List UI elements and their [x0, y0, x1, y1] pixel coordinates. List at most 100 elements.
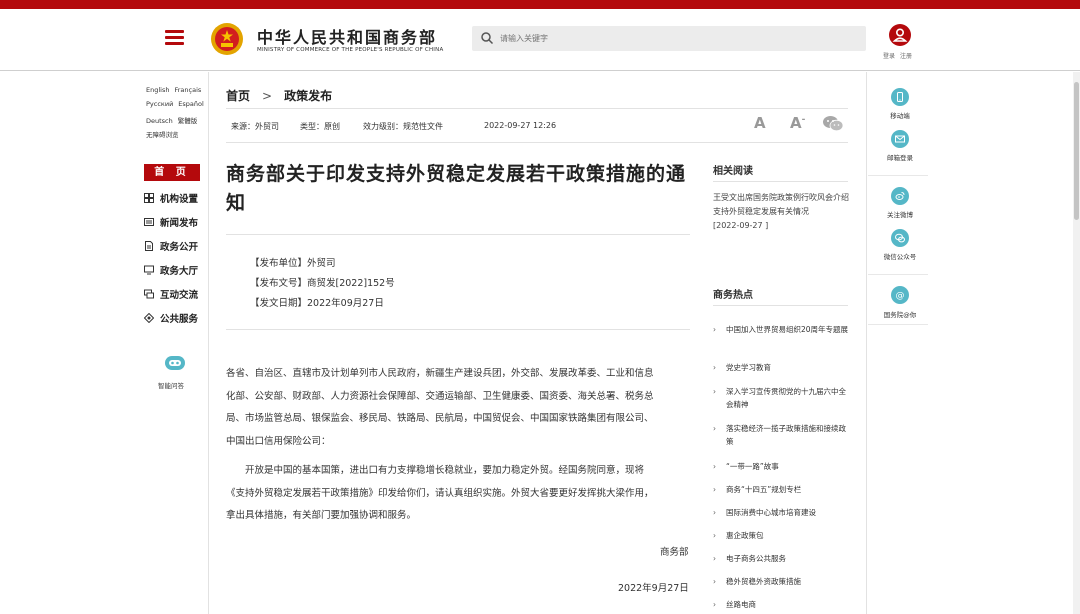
hot-item[interactable]: › 电子商务公共服务: [713, 552, 853, 565]
at-icon: @: [896, 291, 905, 300]
hot-item[interactable]: › 商务“十四五”规划专栏: [713, 483, 853, 496]
search-box: [472, 26, 866, 51]
chat-icon: [144, 289, 154, 299]
breadcrumb-divider: [226, 108, 848, 109]
hot-item[interactable]: › 党史学习教育: [713, 361, 853, 374]
nav-item-org[interactable]: 机构设置: [144, 190, 208, 206]
minus-icon: -: [801, 115, 806, 125]
scrollbar-thumb[interactable]: [1074, 82, 1079, 220]
robot-icon[interactable]: [164, 354, 186, 372]
accessibility-link[interactable]: 无障碍浏览: [146, 131, 179, 139]
hot-title: 商务热点: [713, 290, 753, 301]
meta-level: 效力级别：规范性文件: [363, 122, 443, 131]
weibo-button[interactable]: [891, 187, 909, 205]
state-council-label[interactable]: 国务院@你: [868, 309, 932, 319]
wechat-share-icon[interactable]: [822, 115, 844, 132]
national-emblem-logo[interactable]: [210, 22, 244, 56]
lang-traditional[interactable]: 繁體版: [178, 117, 198, 125]
breadcrumb-current[interactable]: 政策发布: [284, 89, 332, 103]
state-council-button[interactable]: @: [891, 286, 909, 304]
menu-icon[interactable]: [165, 30, 184, 45]
language-row-4: 无障碍浏览: [146, 129, 184, 139]
meta-date: 2022-09-27 12:26: [484, 121, 557, 130]
font-smaller-letter: A: [790, 114, 802, 132]
breadcrumb-home[interactable]: 首页: [226, 89, 250, 103]
site-header: 中华人民共和国商务部 MINISTRY OF COMMERCE OF THE P…: [0, 9, 1080, 71]
meta-type: 类型：原创: [300, 122, 340, 131]
mobile-label[interactable]: 移动端: [868, 110, 932, 120]
lang-russian[interactable]: Русский: [146, 100, 173, 108]
language-row-3: Deutsch 繁體版: [146, 115, 202, 125]
nav-item-news[interactable]: 新闻发布: [144, 214, 208, 230]
nav-item-label: 新闻发布: [160, 218, 199, 229]
paragraph-line: 拿出具体措施，有关部门要加强协调和服务。: [226, 510, 417, 521]
hot-item-label: 商务“十四五”规划专栏: [726, 485, 802, 494]
font-larger-button[interactable]: A: [754, 114, 766, 132]
nav-item-label: 互动交流: [160, 290, 199, 301]
wechat-icon: [895, 233, 905, 243]
chevron-right-icon: ›: [713, 485, 716, 494]
hot-item[interactable]: › “一带一路”故事: [713, 460, 853, 473]
paragraph-line: 各省、自治区、直辖市及计划单列市人民政府，新疆生产建设兵团，外交部、发展改革委、…: [226, 368, 654, 379]
hot-item[interactable]: › 惠企政策包: [713, 529, 853, 542]
rail-divider: [868, 175, 928, 176]
title-divider: [226, 234, 690, 235]
nav-item-open-gov[interactable]: 政务公开: [144, 238, 208, 254]
language-row-2: Русский Español: [146, 100, 209, 108]
login-link[interactable]: 登录: [883, 53, 895, 60]
hot-item[interactable]: › 深入学习宣传贯彻党的十九届六中全会精神: [713, 385, 853, 411]
search-icon[interactable]: [480, 31, 494, 45]
lang-english[interactable]: English: [146, 86, 169, 94]
meta-source: 来源：外贸司: [231, 122, 279, 131]
hot-item-label: 稳外贸稳外资政策措施: [726, 577, 801, 586]
mail-label[interactable]: 邮箱登录: [868, 152, 932, 162]
related-link[interactable]: 王受文出席国务院政策例行吹风会介绍支持外贸稳定发展有关情况 [2022-09-2…: [713, 191, 853, 233]
page-scrollbar[interactable]: [1073, 72, 1080, 614]
nav-item-hall[interactable]: 政务大厅: [144, 262, 208, 278]
register-link[interactable]: 注册: [900, 53, 912, 60]
right-column-border: [866, 72, 867, 614]
chevron-right-icon: ›: [713, 531, 716, 540]
nav-home[interactable]: 首 页: [144, 164, 200, 181]
user-icon: [892, 28, 908, 42]
chevron-right-icon: ›: [713, 462, 716, 471]
font-smaller-button[interactable]: A-: [790, 114, 805, 132]
org-chart-icon: [144, 193, 154, 203]
nav-item-label: 机构设置: [160, 194, 199, 205]
user-links: 登录 注册: [883, 51, 917, 60]
hot-item[interactable]: › 落实稳经济一揽子政策措施和接续政策: [713, 422, 853, 448]
lang-german[interactable]: Deutsch: [146, 117, 173, 125]
chevron-right-icon: ›: [713, 325, 716, 334]
chevron-right-icon: >: [262, 89, 273, 103]
nav-item-interaction[interactable]: 互动交流: [144, 286, 208, 302]
wechat-button[interactable]: [891, 229, 909, 247]
chevron-right-icon: ›: [713, 424, 716, 433]
nav-item-public-service[interactable]: 公共服务: [144, 310, 208, 326]
hot-item[interactable]: › 丝路电商: [713, 598, 853, 611]
paragraph-line: 化部、公安部、财政部、人力资源社会保障部、交通运输部、卫生健康委、国资委、海关总…: [226, 390, 654, 402]
hot-item[interactable]: › 稳外贸稳外资政策措施: [713, 575, 853, 588]
lang-spanish[interactable]: Español: [178, 100, 204, 108]
info-issue-date: 【发文日期】2022年09月27日: [250, 298, 384, 309]
hot-item[interactable]: › 中国加入世界贸易组织20周年专题展: [713, 323, 853, 336]
hot-divider: [713, 305, 848, 306]
site-subtitle: MINISTRY OF COMMERCE OF THE PEOPLE'S REP…: [257, 47, 444, 53]
site-title[interactable]: 中华人民共和国商务部: [257, 24, 437, 48]
related-link-text: 王受文出席国务院政策例行吹风会介绍支持外贸稳定发展有关情况: [713, 193, 849, 216]
paragraph-line: 《支持外贸稳定发展若干政策措施》印发给你们，请认真组织实施。外贸大省要更好发挥挑…: [226, 487, 654, 499]
chevron-right-icon: ›: [713, 577, 716, 586]
article-title: 商务部关于印发支持外贸稳定发展若干政策措施的通知: [226, 163, 687, 214]
user-avatar-button[interactable]: [889, 24, 911, 46]
wechat-label[interactable]: 微信公众号: [868, 251, 932, 261]
hot-item-label: 电子商务公共服务: [726, 554, 786, 563]
search-input[interactable]: [500, 30, 840, 47]
document-icon: [145, 241, 153, 251]
article-paragraph-2: 开放是中国的基本国策，进出口有力支撑稳增长稳就业，要加力稳定外贸。经国务院同意，…: [226, 460, 686, 528]
hot-item[interactable]: › 国际消费中心城市培育建设: [713, 506, 853, 519]
mail-button[interactable]: [891, 130, 909, 148]
bot-label[interactable]: 智能问答: [158, 380, 184, 390]
lang-french[interactable]: Français: [174, 86, 201, 94]
mobile-button[interactable]: [891, 88, 909, 106]
weibo-label[interactable]: 关注微博: [868, 209, 932, 219]
nav-item-label: 政务大厅: [160, 266, 199, 277]
